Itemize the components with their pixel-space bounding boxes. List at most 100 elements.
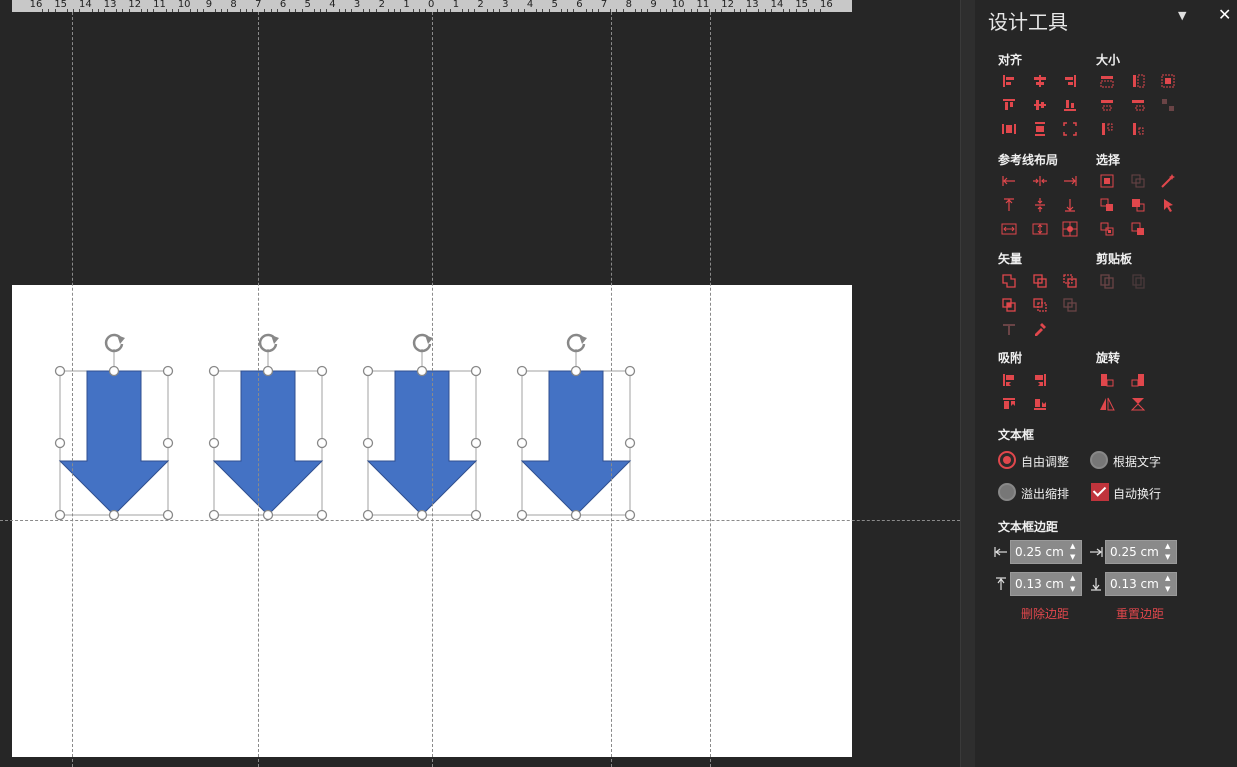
align-top-icon[interactable] (1001, 97, 1017, 113)
resize-handle[interactable] (316, 365, 328, 377)
fit-text-radio[interactable] (1090, 451, 1108, 469)
guide-right-icon[interactable] (1062, 173, 1078, 189)
stepper-down-icon[interactable]: ▼ (1070, 554, 1078, 561)
resize-handle[interactable] (54, 437, 66, 449)
arrow-shape-3[interactable] (362, 333, 488, 524)
stepper-down-icon[interactable]: ▼ (1165, 586, 1173, 593)
resize-handle[interactable] (208, 365, 220, 377)
combine-icon[interactable] (1032, 273, 1048, 289)
resize-handle[interactable] (54, 509, 66, 521)
guide-line-vertical[interactable] (710, 12, 711, 767)
resize-handle[interactable] (416, 509, 428, 521)
resize-handle[interactable] (516, 509, 528, 521)
fit-slide-icon[interactable] (1062, 121, 1078, 137)
snap-right-icon[interactable] (1032, 372, 1048, 388)
resize-handle[interactable] (470, 437, 482, 449)
guide-line-vertical[interactable] (72, 12, 73, 767)
select-overlap-icon[interactable] (1099, 197, 1115, 213)
reset-margin-link[interactable]: 重置边距 (1116, 605, 1164, 622)
magic-wand-icon[interactable] (1160, 173, 1176, 189)
stepper-up-icon[interactable]: ▲ (1165, 575, 1173, 582)
stepper-down-icon[interactable]: ▼ (1070, 586, 1078, 593)
same-size-icon[interactable] (1160, 73, 1176, 89)
guide-line-horizontal[interactable] (0, 520, 960, 521)
resize-handle[interactable] (108, 365, 120, 377)
fragment-icon[interactable] (1062, 273, 1078, 289)
arrow-body[interactable] (58, 370, 170, 516)
resize-handle[interactable] (570, 509, 582, 521)
margin-right-stepper[interactable]: 0.25 cm ▲ ▼ (1105, 540, 1177, 564)
rotate-handle-icon[interactable] (258, 333, 279, 353)
arrow-body[interactable] (212, 370, 324, 516)
select-all-icon[interactable] (1099, 173, 1115, 189)
swap-size-icon[interactable] (1160, 97, 1176, 113)
resize-handle[interactable] (624, 509, 636, 521)
resize-handle[interactable] (570, 365, 582, 377)
resize-handle[interactable] (516, 437, 528, 449)
align-left-icon[interactable] (1001, 73, 1017, 89)
guide-grid-v-icon[interactable] (1032, 221, 1048, 237)
stretch-width-alt-icon[interactable] (1130, 97, 1146, 113)
resize-handle[interactable] (262, 365, 274, 377)
distribute-horizontal-icon[interactable] (1001, 121, 1017, 137)
canvas-area[interactable]: 16 15 14 13 12 11 10 9 8 7 6 5 4 3 2 1 0 1 2 3 4 5 6 7 8 9 10 11 12 1… (0, 0, 960, 767)
stepper-down-icon[interactable]: ▼ (1165, 554, 1173, 561)
resize-handle[interactable] (54, 365, 66, 377)
resize-handle[interactable] (362, 365, 374, 377)
guide-top-icon[interactable] (1001, 197, 1017, 213)
overflow-shrink-radio[interactable] (998, 483, 1016, 501)
rotate-arrowhead[interactable] (271, 335, 279, 344)
select-similar-icon[interactable] (1130, 173, 1146, 189)
select-front-icon[interactable] (1130, 197, 1146, 213)
guide-line-vertical[interactable] (432, 12, 433, 767)
resize-handle[interactable] (362, 437, 374, 449)
paste-icon[interactable] (1130, 273, 1146, 289)
arrow-body[interactable] (366, 370, 478, 516)
snap-bottom-icon[interactable] (1032, 396, 1048, 412)
resize-handle[interactable] (624, 365, 636, 377)
margin-bottom-stepper[interactable]: 0.13 cm ▲ ▼ (1105, 572, 1177, 596)
free-adjust-radio[interactable] (998, 451, 1016, 469)
resize-handle[interactable] (108, 509, 120, 521)
guide-grid-all-icon[interactable] (1062, 221, 1078, 237)
same-height-icon[interactable] (1130, 73, 1146, 89)
rotate-arrowhead[interactable] (117, 335, 125, 344)
copy-icon[interactable] (1099, 273, 1115, 289)
rotate-handle-icon[interactable] (412, 333, 433, 353)
delete-margin-link[interactable]: 删除边距 (1021, 605, 1069, 622)
resize-handle[interactable] (262, 509, 274, 521)
arrow-shape-1[interactable] (54, 333, 180, 524)
resize-handle[interactable] (162, 509, 174, 521)
stepper-up-icon[interactable]: ▲ (1070, 543, 1078, 550)
eyedropper-icon[interactable] (1032, 321, 1048, 337)
resize-handle[interactable] (416, 365, 428, 377)
distribute-vertical-icon[interactable] (1032, 121, 1048, 137)
align-middle-icon[interactable] (1032, 97, 1048, 113)
text-to-shape-icon[interactable] (1001, 321, 1017, 337)
select-inside-icon[interactable] (1099, 221, 1115, 237)
guide-line-vertical[interactable] (258, 12, 259, 767)
flip-vertical-icon[interactable] (1130, 396, 1146, 412)
guide-center-h-icon[interactable] (1032, 173, 1048, 189)
close-icon[interactable]: ✕ (1218, 5, 1231, 24)
snap-left-icon[interactable] (1001, 372, 1017, 388)
align-bottom-icon[interactable] (1062, 97, 1078, 113)
guide-grid-h-icon[interactable] (1001, 221, 1017, 237)
auto-wrap-checkbox[interactable] (1091, 483, 1109, 501)
stretch-width-icon[interactable] (1099, 97, 1115, 113)
resize-handle[interactable] (516, 365, 528, 377)
arrow-shape-2[interactable] (208, 333, 334, 524)
guide-center-v-icon[interactable] (1032, 197, 1048, 213)
align-center-icon[interactable] (1032, 73, 1048, 89)
intersect-icon[interactable] (1001, 297, 1017, 313)
subtract-icon[interactable] (1032, 297, 1048, 313)
select-back-icon[interactable] (1130, 221, 1146, 237)
arrow-body[interactable] (520, 370, 632, 516)
resize-handle[interactable] (362, 509, 374, 521)
stepper-up-icon[interactable]: ▲ (1165, 543, 1173, 550)
resize-handle[interactable] (624, 437, 636, 449)
rotate-left-icon[interactable] (1099, 372, 1115, 388)
margin-left-stepper[interactable]: 0.25 cm ▲ ▼ (1010, 540, 1082, 564)
split-icon[interactable] (1062, 297, 1078, 313)
margin-top-stepper[interactable]: 0.13 cm ▲ ▼ (1010, 572, 1082, 596)
